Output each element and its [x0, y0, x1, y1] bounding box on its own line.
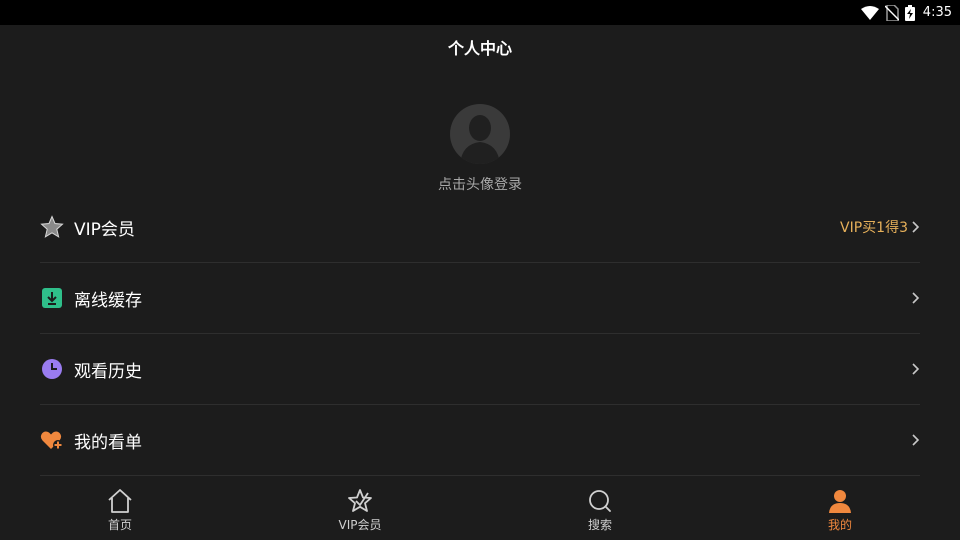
menu-item-label: VIP会员 [74, 219, 135, 240]
vip-promo-text: VIP买1得3 [840, 220, 908, 236]
heart-plus-icon [40, 428, 64, 452]
chevron-right-icon [912, 434, 920, 446]
tab-search[interactable]: 搜索 [480, 478, 720, 540]
default-avatar-icon [460, 115, 500, 164]
login-hint[interactable]: 点击头像登录 [0, 174, 960, 194]
bottom-tab-bar: 首页 VIP会员 搜索 我的 [0, 478, 960, 540]
menu-item-label: 观看历史 [74, 361, 142, 382]
user-icon [829, 490, 851, 513]
tab-label: 我的 [827, 518, 852, 532]
page-title: 个人中心 [447, 39, 512, 58]
chevron-right-icon [912, 221, 920, 233]
no-sim-icon [884, 4, 899, 21]
download-icon [40, 286, 64, 310]
status-time: 4:35 [922, 5, 952, 20]
tab-label: 首页 [107, 518, 132, 532]
tab-vip[interactable]: VIP会员 [240, 478, 480, 540]
clock-icon [40, 357, 64, 381]
menu-item-watch-history[interactable]: 观看历史 [40, 334, 920, 405]
tab-label: VIP会员 [338, 518, 382, 532]
battery-charging-icon [904, 4, 915, 21]
home-icon [108, 489, 132, 513]
tab-home[interactable]: 首页 [0, 478, 240, 540]
menu-item-label: 离线缓存 [74, 290, 142, 311]
menu-item-vip[interactable]: VIP会员 VIP买1得3 [40, 192, 920, 263]
menu-item-watchlist[interactable]: 我的看单 [40, 405, 920, 476]
search-icon [589, 490, 611, 512]
status-bar: 4:35 [0, 0, 960, 25]
tab-label: 搜索 [587, 518, 612, 532]
avatar[interactable] [450, 104, 510, 164]
star-icon [40, 215, 64, 239]
vip-star-icon [348, 489, 372, 512]
menu-item-label: 我的看单 [74, 432, 142, 453]
tab-mine[interactable]: 我的 [720, 478, 960, 540]
wifi-icon [860, 5, 879, 20]
menu-item-offline-cache[interactable]: 离线缓存 [40, 263, 920, 334]
chevron-right-icon [912, 292, 920, 304]
menu-list: VIP会员 VIP买1得3 离线缓存 观看历史 我的看单 [40, 192, 920, 476]
chevron-right-icon [912, 363, 920, 375]
